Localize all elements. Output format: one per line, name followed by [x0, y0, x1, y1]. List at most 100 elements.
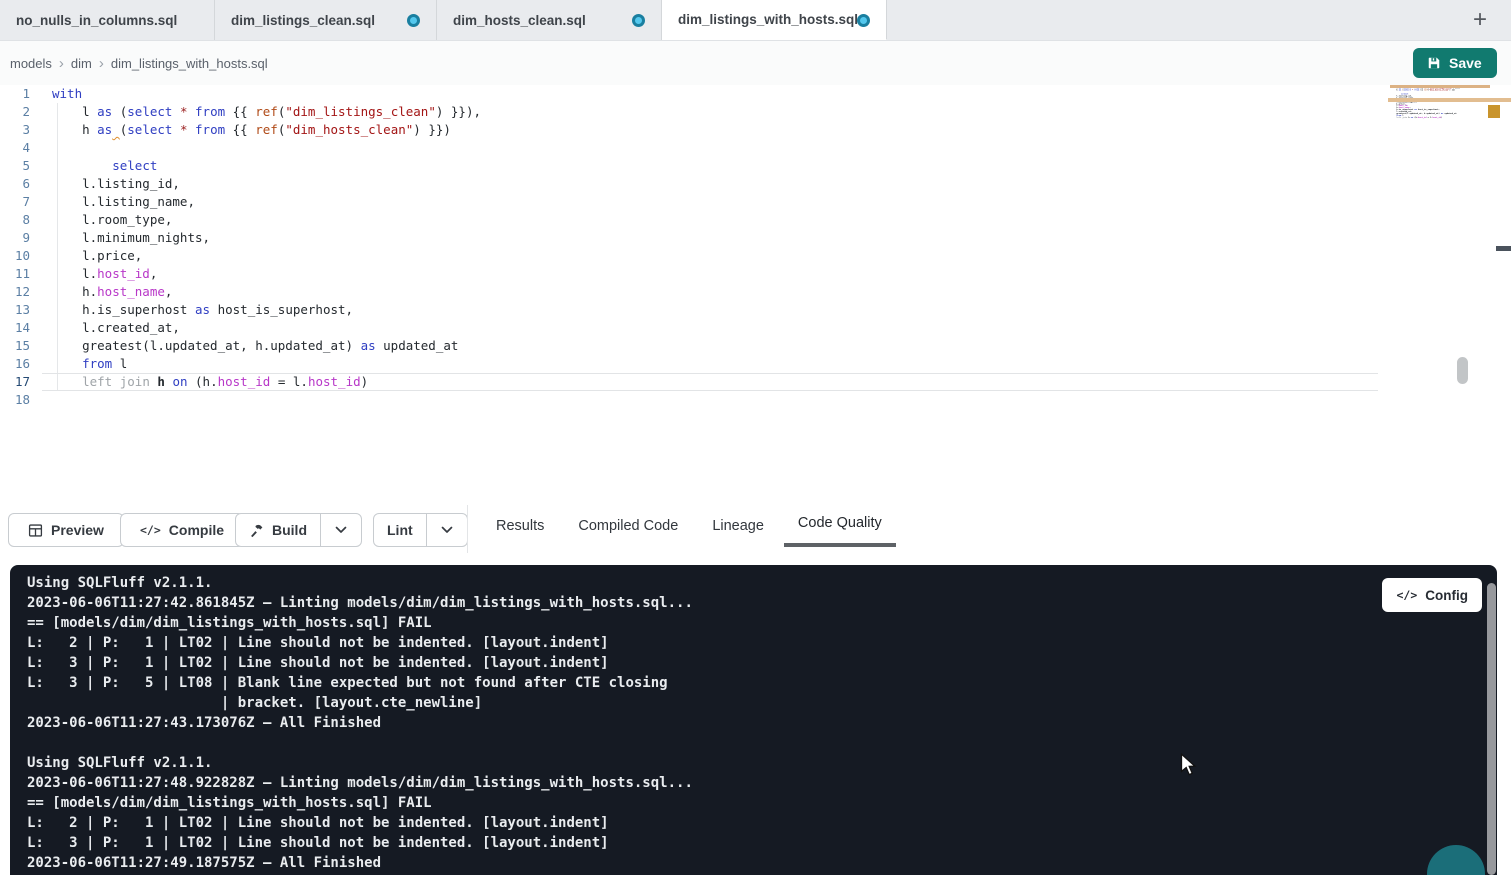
- line-number: 5: [0, 157, 30, 175]
- action-toolbar: Preview </> Compile Build: [0, 505, 1511, 565]
- code-line: 9 l.minimum_nights,: [0, 229, 1378, 247]
- chevron-down-icon: [335, 526, 347, 534]
- code-editor[interactable]: 1 with 2 l as (select * from {{ ref("dim_l…: [0, 85, 1511, 505]
- preview-button[interactable]: Preview: [8, 513, 124, 547]
- tab-label: dim_listings_clean.sql: [231, 13, 375, 28]
- chevron-right-icon: ›: [99, 55, 104, 72]
- terminal-line: L: 2 | P: 1 | LT02 | Line should not be …: [27, 813, 693, 833]
- line-number: 8: [0, 211, 30, 229]
- code-text: h.is_superhost as host_is_superhost,: [52, 301, 353, 319]
- line-number: 7: [0, 193, 30, 211]
- line-number: 16: [0, 355, 30, 373]
- line-number: 11: [0, 265, 30, 283]
- modified-indicator-icon: [407, 14, 420, 27]
- overview-ruler-warning-marker: [1488, 105, 1500, 118]
- build-button[interactable]: Build: [236, 514, 320, 546]
- code-line: 15 greatest(l.updated_at, h.updated_at) …: [0, 337, 1378, 355]
- editor-tab-1[interactable]: no_nulls_in_columns.sql: [0, 0, 215, 40]
- editor-tab-2[interactable]: dim_listings_clean.sql: [215, 0, 437, 40]
- breadcrumb-segment[interactable]: dim: [71, 56, 92, 71]
- code-line: 17 left join h on (h.host_id = l.host_id…: [0, 373, 1378, 391]
- panel-tab-compiled-code[interactable]: Compiled Code: [576, 505, 680, 547]
- lint-button[interactable]: Lint: [374, 514, 426, 546]
- minimap[interactable]: with l as (select * from {{ ref("dim_lis…: [1388, 85, 1466, 149]
- help-button[interactable]: [1427, 845, 1485, 875]
- editor-scrollbar-thumb[interactable]: [1457, 357, 1468, 384]
- build-label: Build: [272, 522, 307, 538]
- code-brackets-icon: </>: [1396, 588, 1417, 602]
- lint-label: Lint: [387, 522, 413, 538]
- panel-tab-results[interactable]: Results: [494, 505, 546, 547]
- panel-tab-lineage[interactable]: Lineage: [710, 505, 766, 547]
- editor-tab-bar: no_nulls_in_columns.sql dim_listings_clea…: [0, 0, 1511, 41]
- minimap-warning-band: [1388, 98, 1511, 102]
- code-line: 16 from l: [0, 355, 1378, 373]
- line-number: 18: [0, 391, 30, 409]
- terminal-line: L: 2 | P: 1 | LT02 | Line should not be …: [27, 633, 693, 653]
- code-text: l.room_type,: [52, 211, 172, 229]
- editor-tabs: no_nulls_in_columns.sql dim_listings_clea…: [0, 0, 887, 40]
- panel-tab-code-quality[interactable]: Code Quality: [796, 505, 884, 547]
- tab-label: dim_listings_with_hosts.sql: [678, 12, 858, 27]
- line-number: 13: [0, 301, 30, 319]
- line-number: 2: [0, 103, 30, 121]
- result-panel-tabs: Results Compiled Code Lineage Code Quality: [494, 505, 884, 547]
- panel-tab-label: Lineage: [712, 518, 764, 534]
- code-text: l.price,: [52, 247, 142, 265]
- terminal-line: 2023-06-06T11:27:48.922828Z — Linting mo…: [27, 773, 693, 793]
- compile-label: Compile: [169, 522, 224, 538]
- modified-indicator-icon: [632, 14, 645, 27]
- editor-tab-4[interactable]: dim_listings_with_hosts.sql: [662, 0, 887, 40]
- build-dropdown-button[interactable]: [320, 514, 361, 546]
- terminal-output-panel: Using SQLFluff v2.1.1. 2023-06-06T11:27:4…: [10, 565, 1497, 875]
- code-text: from l: [52, 355, 127, 373]
- terminal-line: 2023-06-06T11:27:43.173076Z — All Finish…: [27, 713, 693, 733]
- lint-dropdown-button[interactable]: [426, 514, 467, 546]
- editor-tab-3[interactable]: dim_hosts_clean.sql: [437, 0, 662, 40]
- line-number: 6: [0, 175, 30, 193]
- config-button[interactable]: </> Config: [1382, 578, 1482, 612]
- panel-tab-label: Results: [496, 518, 544, 534]
- code-text: l.minimum_nights,: [52, 229, 210, 247]
- code-text: l.created_at,: [52, 319, 180, 337]
- code-text: left join h on (h.host_id = l.host_id): [52, 373, 368, 391]
- code-text: greatest(l.updated_at, h.updated_at) as …: [52, 337, 458, 355]
- breadcrumb: models › dim › dim_listings_with_hosts.sql: [10, 41, 268, 85]
- code-line: 5 select: [0, 157, 1378, 175]
- lint-split-button: Lint: [373, 513, 468, 547]
- code-text: l as (select * from {{ ref("dim_listings…: [52, 103, 481, 121]
- code-line: 12 h.host_name,: [0, 283, 1378, 301]
- minimap-line: [1388, 119, 1463, 121]
- config-label: Config: [1425, 588, 1468, 603]
- new-tab-button[interactable]: +: [1467, 3, 1493, 37]
- minimap-content: with l as (select * from {{ ref("dim_lis…: [1388, 85, 1463, 121]
- code-text: h as (select * from {{ ref("dim_hosts_cl…: [52, 121, 451, 139]
- terminal-scrollbar-thumb[interactable]: [1487, 583, 1496, 875]
- overview-ruler-cursor-marker: [1496, 246, 1511, 251]
- terminal-line: Using SQLFluff v2.1.1.: [27, 573, 693, 593]
- breadcrumb-segment[interactable]: models: [10, 56, 52, 71]
- chevron-right-icon: ›: [59, 55, 64, 72]
- line-number: 14: [0, 319, 30, 337]
- line-number: 9: [0, 229, 30, 247]
- save-button[interactable]: Save: [1413, 48, 1497, 78]
- save-label: Save: [1449, 55, 1482, 71]
- minimap-line: h as (select * from {{ ref("dim_hosts_cl…: [1388, 89, 1463, 91]
- terminal-line: L: 3 | P: 1 | LT02 | Line should not be …: [27, 833, 693, 853]
- line-number: 1: [0, 85, 30, 103]
- terminal-line: L: 3 | P: 5 | LT08 | Blank line expected…: [27, 673, 693, 693]
- code-line: 4: [0, 139, 1378, 157]
- code-line: 13 h.is_superhost as host_is_superhost,: [0, 301, 1378, 319]
- terminal-output: Using SQLFluff v2.1.1. 2023-06-06T11:27:4…: [27, 573, 693, 873]
- code-line: 6 l.listing_id,: [0, 175, 1378, 193]
- line-number: 10: [0, 247, 30, 265]
- line-number: 4: [0, 139, 30, 157]
- breadcrumb-segment[interactable]: dim_listings_with_hosts.sql: [111, 56, 268, 71]
- compile-button[interactable]: </> Compile: [120, 513, 244, 547]
- panel-tab-label: Compiled Code: [578, 518, 678, 534]
- code-text: h as (select * from {{ ref("dim_hosts_cl…: [1392, 89, 1456, 91]
- code-line: 8 l.room_type,: [0, 211, 1378, 229]
- code-text: with: [52, 85, 82, 103]
- code-lines: 1 with 2 l as (select * from {{ ref("dim_l…: [0, 85, 1378, 409]
- terminal-line: [27, 733, 693, 753]
